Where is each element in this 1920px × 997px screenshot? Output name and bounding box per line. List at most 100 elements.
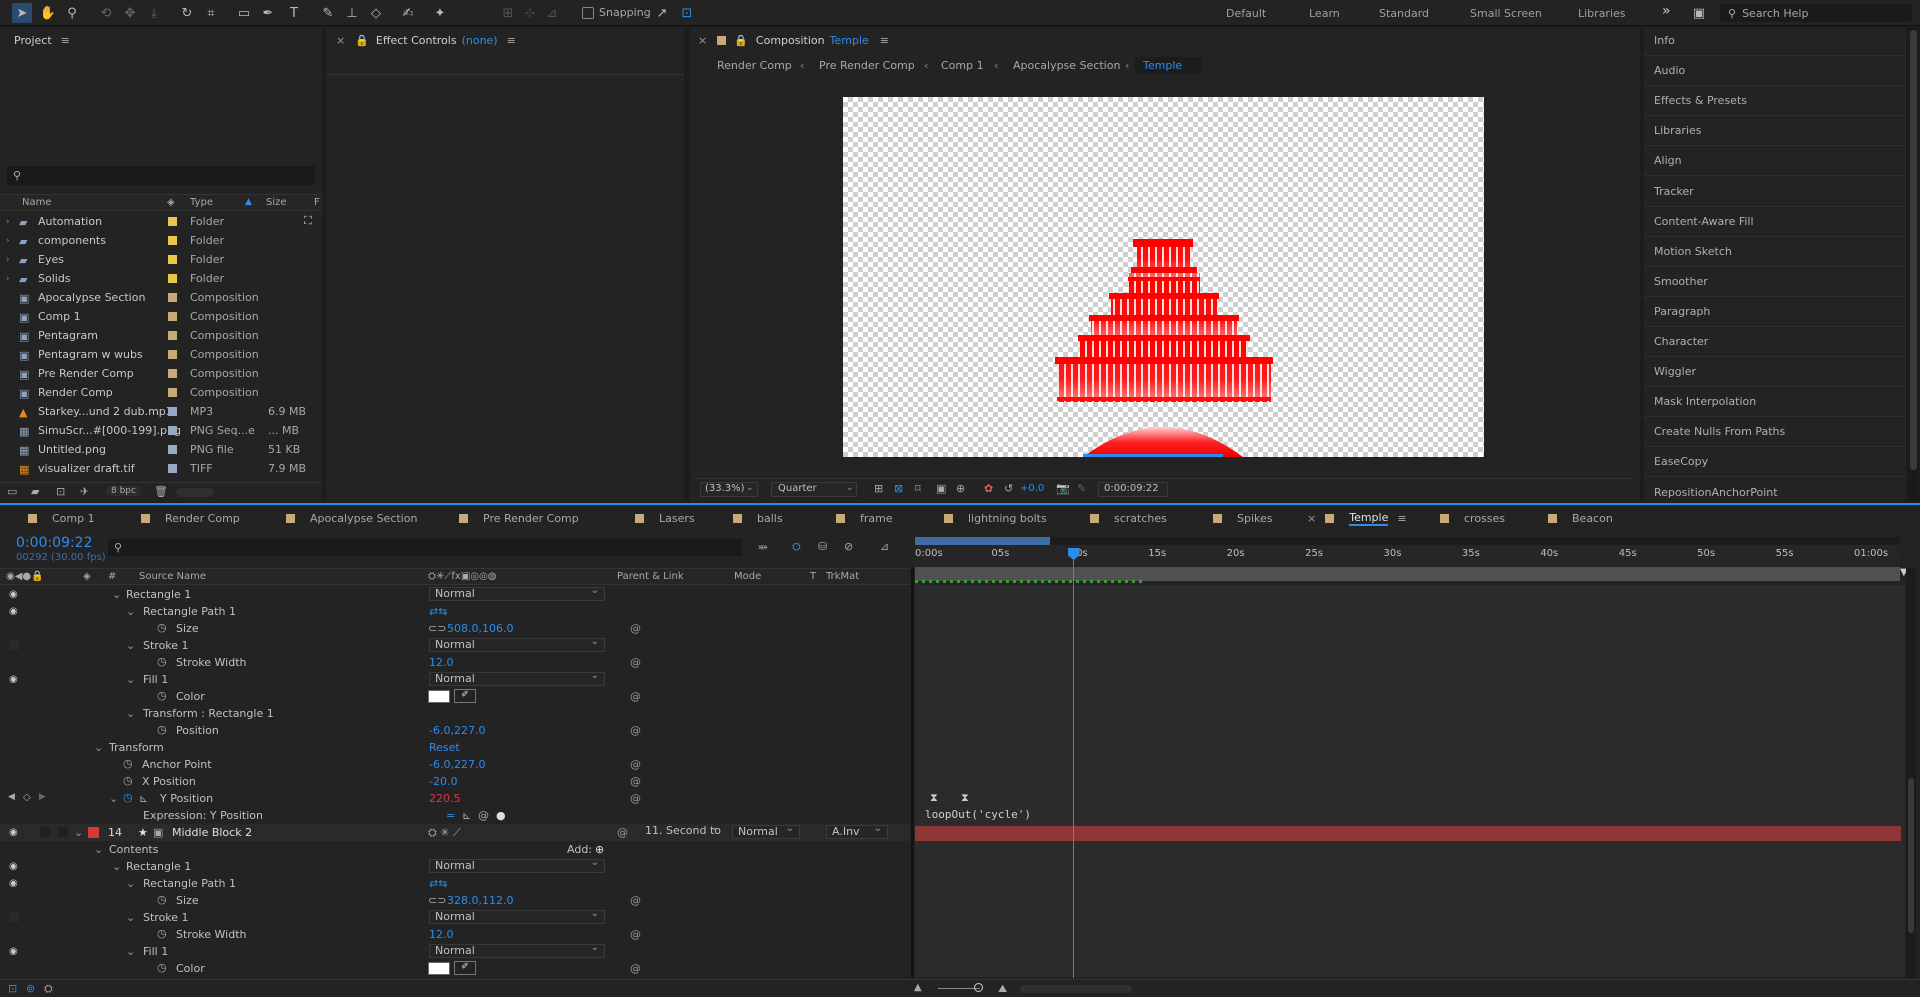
project-item[interactable]: › ▰ Automation Folder	[0, 212, 322, 231]
expression-pickwhip-icon[interactable]: @	[630, 928, 641, 941]
stopwatch-icon[interactable]: ◷	[123, 774, 133, 787]
region-of-interest-icon[interactable]: ▣	[936, 482, 946, 495]
timeline-tab[interactable]: Comp 1	[28, 510, 95, 526]
workspace-learn[interactable]: Learn	[1309, 7, 1340, 20]
toggle-switches-icon[interactable]: ⊡	[8, 982, 17, 995]
timeline-tab[interactable]: Spikes	[1213, 510, 1273, 526]
timeline-tab[interactable]: Apocalypse Section	[286, 510, 417, 526]
hand-tool-icon[interactable]: ✋	[38, 3, 58, 23]
eye-icon[interactable]: ◉	[9, 878, 18, 889]
workspace-default[interactable]: Default	[1226, 7, 1266, 20]
render-queue-icon[interactable]: ✈	[80, 485, 89, 498]
layer-row-middle-block-2[interactable]: ◉ ⌄ 14 ★ ▣ Middle Block 2 ⛭ ✳ ⟋ @ 11. Se…	[0, 822, 910, 841]
position-value[interactable]: -6.0,227.0	[429, 724, 485, 737]
eye-icon[interactable]: ◉	[9, 674, 18, 685]
chevron-right-icon[interactable]: ›	[6, 255, 10, 265]
snap-options-icon[interactable]: ↗	[652, 3, 672, 23]
eye-placeholder[interactable]	[9, 640, 19, 650]
keyframe-icon[interactable]: ⧗	[930, 791, 938, 805]
playhead-handle[interactable]	[1067, 548, 1080, 560]
project-item[interactable]: ▣ Comp 1 Composition	[0, 307, 322, 326]
layer-duration-bar[interactable]	[915, 826, 1901, 841]
timeline-tab[interactable]: Lasers	[635, 510, 695, 526]
breadcrumb-comp-1[interactable]: Comp 1	[941, 59, 984, 72]
project-item[interactable]: ▦ SimuScr...#[000-199].png PNG Seq...e ... …	[0, 421, 322, 440]
rectangle-group-name[interactable]: Rectangle 1	[126, 860, 191, 873]
label-swatch[interactable]	[168, 445, 177, 454]
project-panel-title[interactable]: Project	[14, 34, 52, 47]
flowchart-icon[interactable]: ⛶	[304, 214, 312, 228]
size-property-row[interactable]: ◷ Size ⊂⊃ 328.0,112.0 @	[0, 892, 910, 909]
blend-mode-dropdown[interactable]: Normal	[429, 942, 605, 958]
chevron-down-icon[interactable]: ⌄	[112, 860, 121, 873]
right-panel-item[interactable]: Info	[1654, 34, 1675, 47]
project-item[interactable]: ▣ Pentagram w wubs Composition	[0, 345, 322, 364]
graph-icon[interactable]: ⊾	[139, 792, 148, 805]
timeline-tab[interactable]: Render Comp	[141, 510, 240, 526]
anchor-point-row[interactable]: ◷ Anchor Point -6.0,227.0 @	[0, 756, 910, 773]
stopwatch-active-icon[interactable]: ◷	[123, 791, 133, 804]
zoom-out-icon[interactable]: ▲	[914, 982, 922, 993]
stroke-width-row[interactable]: ◷ Stroke Width 12.0 @	[0, 654, 910, 671]
parent-pickwhip-icon[interactable]: @	[617, 826, 628, 839]
rectangle-path-row[interactable]: ◉ ⌄ Rectangle Path 1 ⇄⇆	[0, 875, 910, 892]
toggle-in-out-icon[interactable]: ⛭	[44, 982, 53, 996]
pen-tool-icon[interactable]: ✒	[258, 3, 278, 23]
timeline-scrollbar[interactable]	[1906, 568, 1916, 978]
switch-box[interactable]	[512, 826, 524, 838]
type-tool-icon[interactable]: T	[284, 3, 304, 23]
stopwatch-icon[interactable]: ◷	[157, 723, 167, 736]
expression-pickwhip-icon[interactable]: @	[478, 809, 489, 822]
new-folder-icon[interactable]: ▰	[31, 485, 39, 498]
label-swatch[interactable]	[168, 293, 177, 302]
stopwatch-icon[interactable]: ◷	[123, 757, 133, 770]
constrain-proportions-icon[interactable]: ⊂⊃	[428, 622, 446, 635]
composition-viewer[interactable]	[843, 97, 1484, 457]
chevron-down-icon[interactable]: ⌄	[126, 877, 135, 890]
project-item[interactable]: ▣ Apocalypse Section Composition	[0, 288, 322, 307]
column-size[interactable]: Size	[266, 197, 287, 208]
blend-mode-dropdown[interactable]: Normal	[429, 670, 605, 686]
work-area-bar[interactable]	[915, 537, 1900, 545]
previous-keyframe-icon[interactable]: ◀	[8, 792, 15, 802]
label-swatch[interactable]	[168, 255, 177, 264]
rectangle-tool-icon[interactable]: ▭	[234, 3, 254, 23]
contents-row[interactable]: ⌄ Contents Add: ⊕	[0, 841, 910, 858]
timeline-tab[interactable]: Pre Render Comp	[459, 510, 579, 526]
right-panel-item[interactable]: Mask Interpolation	[1654, 395, 1756, 408]
project-item[interactable]: ▣ Pentagram Composition	[0, 326, 322, 345]
workspace-libraries[interactable]: Libraries	[1578, 7, 1626, 20]
zoom-in-icon[interactable]: ⛰	[998, 982, 1007, 996]
column-source-name[interactable]: Source Name	[139, 571, 206, 582]
expression-pickwhip-icon[interactable]: @	[630, 758, 641, 771]
label-column-icon[interactable]: ◈	[167, 197, 175, 208]
project-item[interactable]: ▦ Untitled.png PNG file 51 KB	[0, 440, 322, 459]
stroke-width-value[interactable]: 12.0	[429, 656, 454, 669]
color-property-row[interactable]: ◷ Color ✐ @	[0, 688, 910, 705]
clone-stamp-tool-icon[interactable]: ⊥	[342, 3, 362, 23]
label-swatch[interactable]	[168, 407, 177, 416]
chevron-down-icon[interactable]: ⌄	[94, 741, 103, 754]
dolly-camera-icon[interactable]: ⤓	[144, 3, 164, 23]
project-item[interactable]: › ▰ components Folder	[0, 231, 322, 250]
label-swatch[interactable]	[168, 388, 177, 397]
thumbnail-slider[interactable]	[176, 488, 214, 497]
expression-pickwhip-icon[interactable]: @	[630, 894, 641, 907]
eye-icon[interactable]: ◉	[9, 861, 18, 872]
lock-icon[interactable]: 🔒	[355, 34, 369, 47]
add-content-icon[interactable]: ⊕	[595, 843, 604, 856]
eye-icon[interactable]: ◉	[9, 589, 18, 600]
position-property-row[interactable]: ◷ Position -6.0,227.0 @	[0, 722, 910, 739]
rotation-tool-icon[interactable]: ↻	[177, 3, 197, 23]
add-keyframe-icon[interactable]: ◇	[23, 792, 31, 803]
stopwatch-icon[interactable]: ◷	[157, 655, 167, 668]
switch-box[interactable]	[476, 826, 488, 838]
right-panel-item[interactable]: Motion Sketch	[1654, 245, 1732, 258]
axis-mode-world-icon[interactable]: ⊹	[520, 3, 540, 23]
project-item[interactable]: › ▰ Eyes Folder	[0, 250, 322, 269]
reset-exposure-icon[interactable]: ↺	[1004, 482, 1013, 495]
brush-tool-icon[interactable]: ✎	[318, 3, 338, 23]
project-item[interactable]: › ▰ Solids Folder	[0, 269, 322, 288]
timeline-tab[interactable]: scratches	[1090, 510, 1167, 526]
timeline-tab[interactable]: balls	[733, 510, 783, 526]
